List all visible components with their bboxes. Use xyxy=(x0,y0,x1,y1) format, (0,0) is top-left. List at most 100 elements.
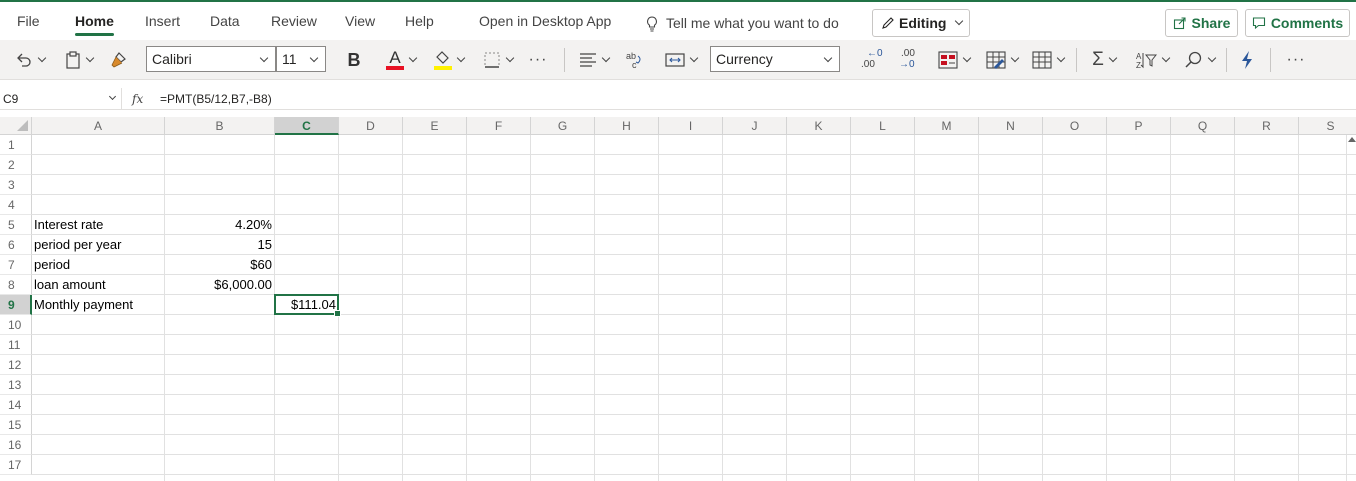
number-format-combo[interactable]: Currency xyxy=(710,46,840,72)
column-header-k[interactable]: K xyxy=(787,117,851,135)
column-header-b[interactable]: B xyxy=(165,117,275,135)
conditional-formatting-button[interactable] xyxy=(934,40,974,80)
borders-button[interactable] xyxy=(478,40,518,80)
row-header-3[interactable]: 3 xyxy=(0,175,32,195)
merge-center-button[interactable] xyxy=(660,40,702,80)
column-gridline xyxy=(850,135,851,481)
cell-a8[interactable]: loan amount xyxy=(32,275,165,295)
select-all-corner[interactable] xyxy=(0,117,32,135)
more-options-icon[interactable]: ··· xyxy=(1280,40,1312,80)
cell-b8[interactable]: $6,000.00 xyxy=(165,275,275,295)
tell-me-box[interactable]: Tell me what you want to do xyxy=(646,6,839,40)
row-header-16[interactable]: 16 xyxy=(0,435,32,455)
cell-b6[interactable]: 15 xyxy=(165,235,275,255)
column-header-h[interactable]: H xyxy=(595,117,659,135)
bold-button[interactable]: B xyxy=(340,40,368,80)
comments-button[interactable]: Comments xyxy=(1245,9,1350,37)
font-size-combo[interactable]: 11 xyxy=(276,46,326,72)
spreadsheet-grid[interactable]: A B C D E F G H I J K L M N O P Q R S 1 2 3 4 5 6 7 8 9 10 11 12 13 14 15… xyxy=(0,117,1356,481)
cell-b5[interactable]: 4.20% xyxy=(165,215,275,235)
row-header-9[interactable]: 9 xyxy=(0,295,32,315)
fill-color-button[interactable] xyxy=(428,40,470,80)
row-header-2[interactable]: 2 xyxy=(0,155,32,175)
menu-insert[interactable]: Insert xyxy=(145,4,180,38)
column-gridline xyxy=(1298,135,1299,481)
insert-function-icon[interactable]: fx xyxy=(132,88,143,110)
more-font-options-icon[interactable]: ··· xyxy=(524,40,552,80)
column-header-e[interactable]: E xyxy=(403,117,467,135)
undo-button[interactable] xyxy=(10,40,50,80)
decrease-decimal-button[interactable]: ←0.00 xyxy=(854,40,884,80)
column-header-r[interactable]: R xyxy=(1235,117,1299,135)
row-header-17[interactable]: 17 xyxy=(0,455,32,475)
row-header-11[interactable]: 11 xyxy=(0,335,32,355)
column-header-o[interactable]: O xyxy=(1043,117,1107,135)
sort-filter-icon: AZ xyxy=(1136,52,1157,70)
column-header-n[interactable]: N xyxy=(979,117,1043,135)
wrap-text-button[interactable]: ab c xyxy=(620,40,648,80)
ribbon-separator xyxy=(1226,48,1227,72)
column-header-a[interactable]: A xyxy=(32,117,165,135)
font-name-combo[interactable]: Calibri xyxy=(146,46,276,72)
wrap-text-icon: abc xyxy=(626,51,641,70)
font-color-button[interactable]: A xyxy=(380,40,422,80)
cell-a7[interactable]: period xyxy=(32,255,165,275)
increase-decimal-button[interactable]: .00 →0 xyxy=(892,40,922,80)
column-header-s[interactable]: S xyxy=(1299,117,1356,135)
row-header-1[interactable]: 1 xyxy=(0,135,32,155)
menu-view[interactable]: View xyxy=(345,4,375,38)
row-gridline xyxy=(32,154,1356,155)
column-header-l[interactable]: L xyxy=(851,117,915,135)
ideas-button[interactable] xyxy=(1232,40,1262,80)
row-header-6[interactable]: 6 xyxy=(0,235,32,255)
find-select-button[interactable] xyxy=(1180,40,1220,80)
row-header-12[interactable]: 12 xyxy=(0,355,32,375)
number-format-value: Currency xyxy=(716,51,773,67)
vertical-scrollbar[interactable] xyxy=(1346,135,1356,481)
menu-open-desktop-app[interactable]: Open in Desktop App xyxy=(479,4,611,38)
menu-data[interactable]: Data xyxy=(210,4,240,38)
format-painter-button[interactable] xyxy=(104,40,132,80)
column-header-g[interactable]: G xyxy=(531,117,595,135)
row-header-5[interactable]: 5 xyxy=(0,215,32,235)
align-button[interactable] xyxy=(574,40,614,80)
column-header-f[interactable]: F xyxy=(467,117,531,135)
column-header-c[interactable]: C xyxy=(275,117,339,135)
ribbon-separator xyxy=(564,48,565,72)
autosum-button[interactable]: Σ xyxy=(1084,40,1124,80)
formula-bar: C9 fx =PMT(B5/12,B7,-B8) xyxy=(0,88,1356,110)
editing-mode-button[interactable]: Editing xyxy=(872,9,970,37)
cell-b7[interactable]: $60 xyxy=(165,255,275,275)
column-header-d[interactable]: D xyxy=(339,117,403,135)
column-header-q[interactable]: Q xyxy=(1171,117,1235,135)
cell-a5[interactable]: Interest rate xyxy=(32,215,165,235)
format-as-table-button[interactable] xyxy=(982,40,1022,80)
row-header-8[interactable]: 8 xyxy=(0,275,32,295)
cell-a9[interactable]: Monthly payment xyxy=(32,295,165,315)
column-header-j[interactable]: J xyxy=(723,117,787,135)
menu-help[interactable]: Help xyxy=(405,4,434,38)
scroll-up-icon[interactable] xyxy=(1348,137,1356,142)
menu-review[interactable]: Review xyxy=(271,4,317,38)
share-label: Share xyxy=(1191,15,1231,31)
row-gridline xyxy=(32,314,1356,315)
column-header-p[interactable]: P xyxy=(1107,117,1171,135)
sort-filter-button[interactable]: AZ xyxy=(1132,40,1172,80)
column-header-i[interactable]: I xyxy=(659,117,723,135)
name-box[interactable]: C9 xyxy=(0,88,122,110)
row-header-15[interactable]: 15 xyxy=(0,415,32,435)
menu-home[interactable]: Home xyxy=(75,4,114,38)
row-gridline xyxy=(32,414,1356,415)
row-header-13[interactable]: 13 xyxy=(0,375,32,395)
row-header-7[interactable]: 7 xyxy=(0,255,32,275)
paste-button[interactable] xyxy=(60,40,98,80)
row-header-10[interactable]: 10 xyxy=(0,315,32,335)
insert-cells-button[interactable] xyxy=(1028,40,1068,80)
row-header-14[interactable]: 14 xyxy=(0,395,32,415)
menu-file[interactable]: File xyxy=(17,4,40,38)
share-button[interactable]: Share xyxy=(1165,9,1238,37)
formula-input[interactable]: =PMT(B5/12,B7,-B8) xyxy=(160,88,272,110)
row-header-4[interactable]: 4 xyxy=(0,195,32,215)
column-header-m[interactable]: M xyxy=(915,117,979,135)
cell-a6[interactable]: period per year xyxy=(32,235,165,255)
